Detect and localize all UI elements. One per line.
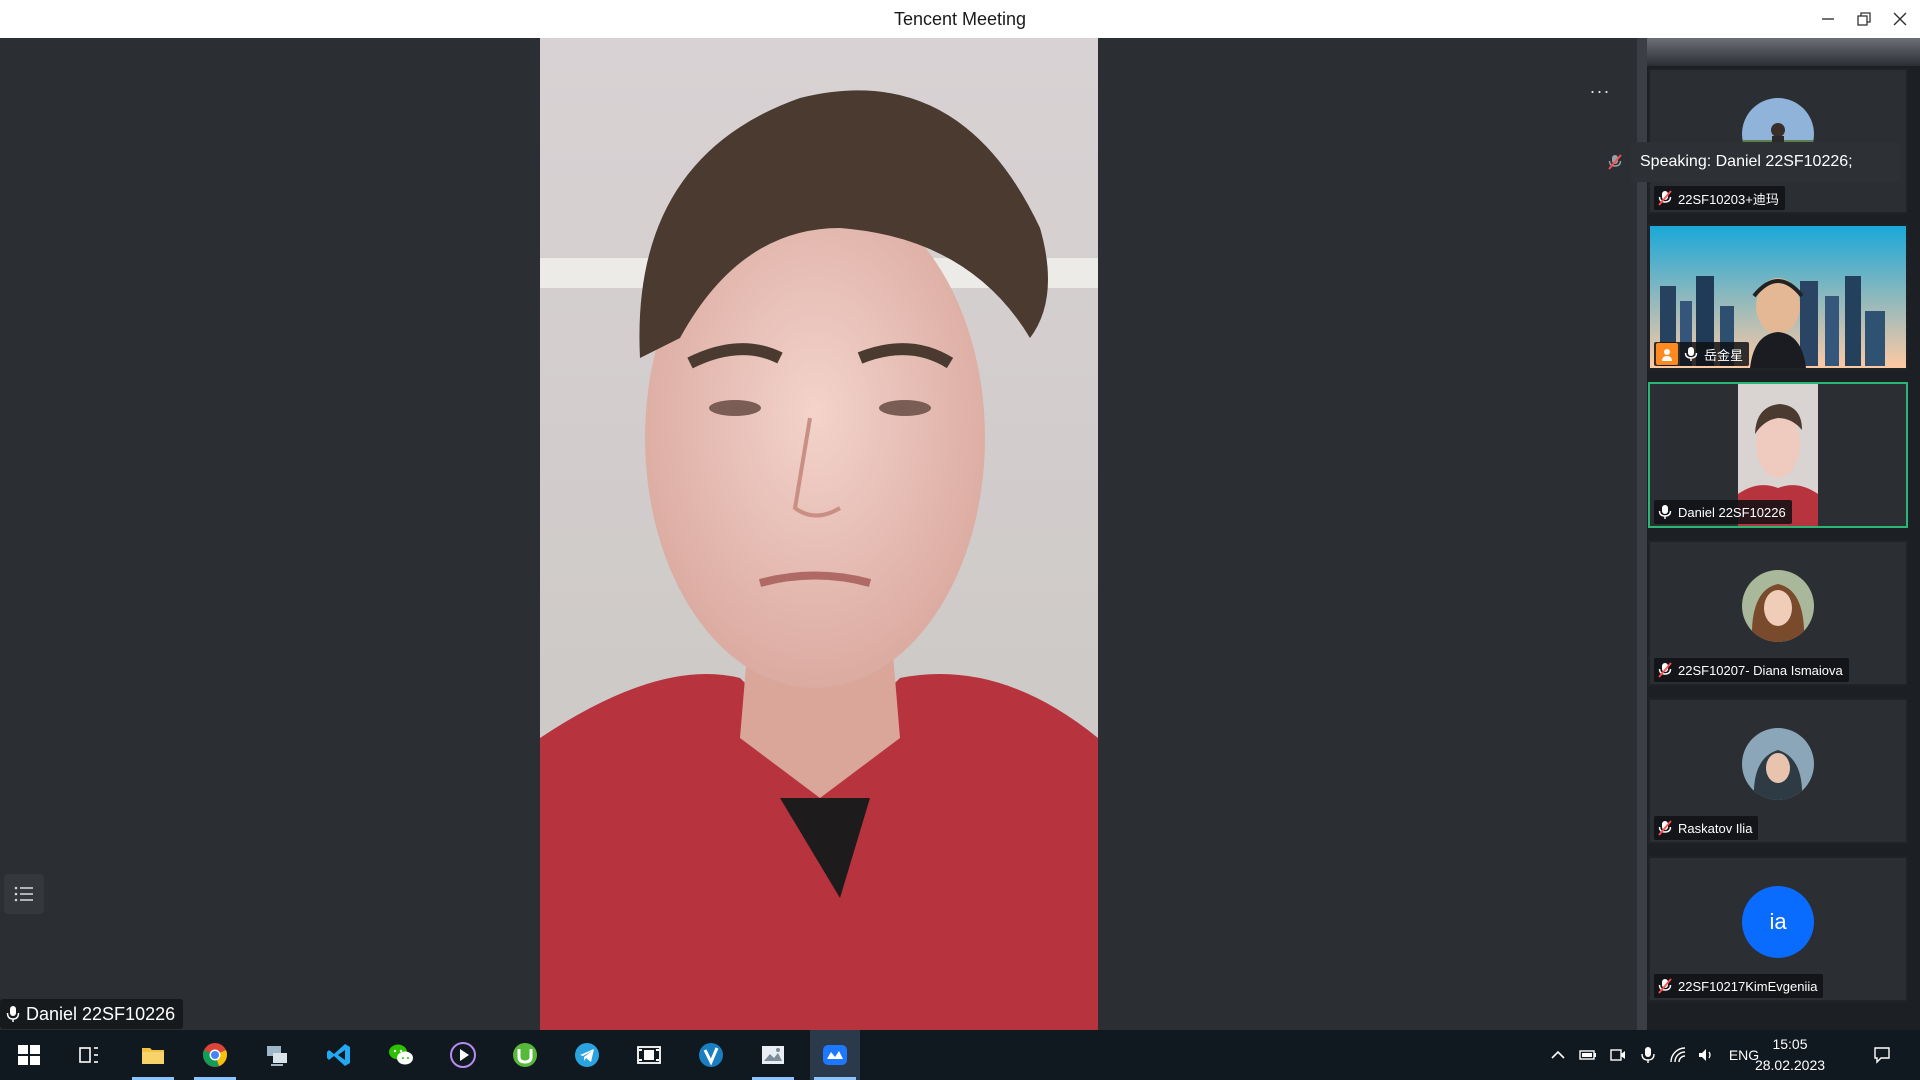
system-clock[interactable]: 15:05 28.02.2023	[1744, 1034, 1836, 1078]
clock-date: 28.02.2023	[1754, 1057, 1826, 1073]
sidebar-header	[1647, 38, 1920, 66]
main-video	[540, 38, 1098, 1030]
initials-avatar: ia	[1742, 886, 1814, 958]
participant-label: 22SF10207- Diana Ismaiova	[1654, 658, 1849, 682]
battery-icon	[1579, 1050, 1596, 1060]
wechat-icon	[389, 1044, 413, 1065]
participant-name: Daniel 22SF10226	[1678, 504, 1786, 520]
utorrent-icon	[513, 1043, 537, 1067]
main-speaker-label: Daniel 22SF10226	[0, 999, 184, 1029]
chrome-icon	[203, 1043, 227, 1067]
taskbar-app-utorrent[interactable]	[500, 1030, 550, 1080]
participant-avatar	[1742, 570, 1814, 642]
tray-overflow-button[interactable]	[1546, 1030, 1570, 1080]
host-badge	[1656, 343, 1678, 365]
title-bar: Tencent Meeting	[0, 0, 1920, 38]
microphone-icon	[1684, 347, 1698, 361]
network-monitor-icon	[267, 1046, 287, 1066]
tray-camera[interactable]	[1604, 1030, 1632, 1080]
taskbar-app-tencent-meeting[interactable]	[810, 1030, 860, 1080]
microphone-icon	[1658, 505, 1672, 519]
participant-tile[interactable]: 22SF10203+迪玛	[1648, 68, 1908, 214]
participant-tile[interactable]: 岳金星	[1648, 224, 1908, 370]
taskbar-app-chrome[interactable]	[190, 1030, 240, 1080]
participant-label: Daniel 22SF10226	[1654, 500, 1792, 524]
file-explorer-icon	[142, 1048, 164, 1064]
microphone-icon	[1641, 1047, 1655, 1063]
telegram-icon	[575, 1043, 599, 1067]
mic-muted-icon	[1608, 154, 1622, 170]
participant-name: 22SF10217KimEvgeniia	[1678, 978, 1818, 994]
taskbar-app-wechat[interactable]	[376, 1030, 426, 1080]
camera-icon	[1610, 1049, 1625, 1061]
taskbar-app-photos[interactable]	[748, 1030, 798, 1080]
windows-taskbar: ENG 15:05 28.02.2023	[0, 1030, 1920, 1080]
tray-microphone[interactable]	[1634, 1030, 1662, 1080]
participant-tile-active[interactable]: Daniel 22SF10226	[1648, 382, 1908, 528]
close-icon	[1893, 12, 1907, 26]
taskbar-app-telegram[interactable]	[562, 1030, 612, 1080]
participant-tile[interactable]: ia 22SF10217KimEvgeniia	[1648, 856, 1908, 1002]
participant-name: 22SF10203+迪玛	[1678, 191, 1779, 207]
tray-wifi[interactable]	[1664, 1030, 1692, 1080]
tray-volume[interactable]	[1692, 1030, 1720, 1080]
taskbar-app-file-explorer[interactable]	[128, 1030, 178, 1080]
participant-tile[interactable]: 22SF10207- Diana Ismaiova	[1648, 540, 1908, 686]
taskbar-app-video-editor[interactable]	[624, 1030, 674, 1080]
chevron-up-icon	[1551, 1050, 1565, 1059]
participant-avatar	[1742, 728, 1814, 800]
video-editor-icon	[637, 1046, 661, 1064]
mic-muted-icon	[1658, 978, 1672, 994]
speaker-video-frame	[540, 38, 1098, 1030]
speaking-indicator: Speaking: Daniel 22SF10226;	[1600, 142, 1900, 182]
task-view-button[interactable]	[64, 1030, 114, 1080]
vscode-icon	[327, 1044, 350, 1066]
participant-list-button[interactable]	[4, 874, 44, 914]
speaking-text: Speaking: Daniel 22SF10226;	[1630, 142, 1900, 182]
microphone-icon	[6, 1006, 20, 1022]
notification-icon	[1874, 1047, 1890, 1064]
speaker-icon	[1699, 1049, 1711, 1061]
participant-label: 岳金星	[1654, 342, 1750, 366]
participant-name: 22SF10207- Diana Ismaiova	[1678, 662, 1843, 678]
task-view-icon	[79, 1047, 98, 1063]
windows-start-icon	[18, 1045, 40, 1065]
start-button[interactable]	[4, 1030, 54, 1080]
restore-button[interactable]	[1846, 0, 1882, 38]
photo-viewer-icon	[762, 1046, 784, 1064]
sidebar-divider[interactable]	[1637, 38, 1647, 1030]
tencent-meeting-icon	[823, 1045, 847, 1065]
minimize-button[interactable]	[1810, 0, 1846, 38]
restore-icon	[1857, 12, 1871, 26]
mic-muted-icon	[1658, 662, 1672, 678]
participant-name: Raskatov Ilia	[1678, 820, 1753, 836]
list-icon	[14, 886, 33, 902]
mic-muted-icon	[1658, 820, 1672, 836]
media-player-icon	[450, 1042, 476, 1068]
window-title: Tencent Meeting	[893, 9, 1027, 29]
taskbar-app-network[interactable]	[252, 1030, 302, 1080]
participant-label: 22SF10203+迪玛	[1654, 186, 1785, 210]
main-stage: ··· Daniel 22SF10226	[0, 38, 1637, 1030]
close-button[interactable]	[1882, 0, 1918, 38]
minimize-icon	[1822, 18, 1834, 20]
main-speaker-name: Daniel 22SF10226	[26, 1003, 176, 1024]
tray-battery[interactable]	[1574, 1030, 1602, 1080]
participant-label: 22SF10217KimEvgeniia	[1654, 974, 1824, 998]
host-user-icon	[1662, 349, 1672, 361]
taskbar-app-v[interactable]	[686, 1030, 736, 1080]
viber-like-icon	[699, 1043, 723, 1067]
mic-muted-icon	[1658, 190, 1672, 206]
more-options-button[interactable]: ···	[1586, 82, 1614, 106]
taskbar-app-vscode[interactable]	[314, 1030, 364, 1080]
wifi-icon	[1670, 1047, 1686, 1063]
participant-name: 岳金星	[1704, 347, 1744, 363]
participant-tile[interactable]: Raskatov Ilia	[1648, 698, 1908, 844]
notification-center-button[interactable]	[1864, 1030, 1900, 1080]
participant-label: Raskatov Ilia	[1654, 816, 1759, 840]
clock-time: 15:05	[1772, 1036, 1808, 1052]
taskbar-app-media-player[interactable]	[438, 1030, 488, 1080]
